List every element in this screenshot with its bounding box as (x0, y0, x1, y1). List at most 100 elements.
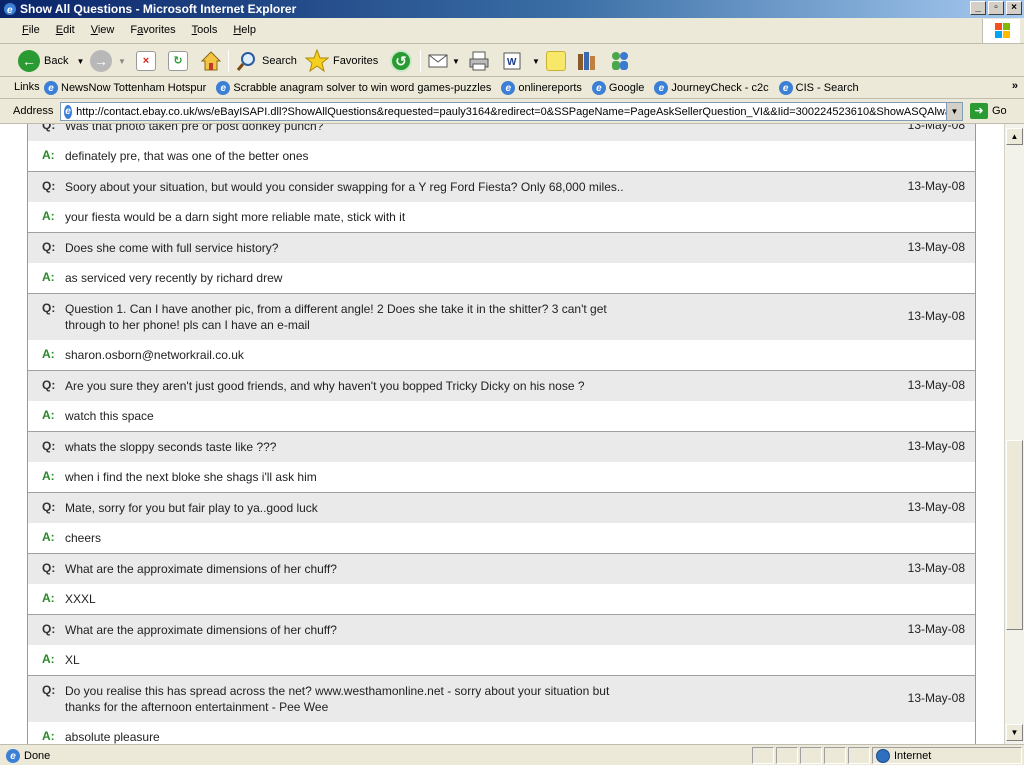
links-item[interactable]: e Scrabble anagram solver to win word gam… (216, 79, 491, 97)
minimize-button[interactable]: _ (970, 1, 986, 15)
answer-prefix: A: (42, 591, 55, 605)
printer-icon (469, 51, 489, 71)
edit-button[interactable]: W ▼ (502, 48, 540, 74)
back-dropdown-icon[interactable]: ▼ (76, 57, 84, 66)
answer-text: definately pre, that was one of the bett… (65, 149, 309, 163)
link-ie-icon: e (216, 81, 231, 95)
qa-item: Q: Does she come with full service histor… (28, 232, 975, 293)
question-prefix: Q: (42, 561, 56, 575)
question-row: Q: What are the approximate dimensions of… (28, 615, 975, 645)
qa-item: Q: Question 1. Can I have another pic, fr… (28, 293, 975, 370)
answer-prefix: A: (42, 408, 55, 422)
links-item-label: Google (608, 82, 645, 94)
answer-text: cheers (65, 531, 102, 545)
back-button[interactable]: ← Back ▼ (18, 48, 84, 74)
discuss-button[interactable] (546, 48, 566, 74)
search-button[interactable]: Search (236, 48, 297, 74)
menu-view[interactable]: View (83, 24, 123, 36)
stop-button[interactable]: × (136, 48, 156, 74)
vertical-scrollbar[interactable]: ▲ ▼ (1004, 124, 1024, 744)
mail-dropdown-icon[interactable]: ▼ (452, 57, 460, 66)
answer-text: sharon.osborn@networkrail.co.uk (65, 348, 244, 362)
question-prefix: Q: (42, 378, 56, 392)
links-item-label: onlinereports (518, 82, 582, 94)
messenger-button[interactable] (608, 48, 632, 74)
question-row: Q: Does she come with full service histor… (28, 233, 975, 263)
history-icon: ↺ (390, 50, 412, 72)
print-button[interactable] (468, 48, 490, 74)
answer-row: A: when i find the next bloke she shags i… (28, 462, 975, 492)
home-button[interactable] (200, 48, 222, 74)
restore-button[interactable]: ▫ (988, 1, 1004, 15)
question-text: Question 1. Can I have another pic, from… (65, 302, 607, 332)
question-prefix: Q: (42, 301, 56, 315)
answer-prefix: A: (42, 729, 55, 743)
svg-text:W: W (507, 57, 517, 68)
address-url[interactable]: http://contact.ebay.co.uk/ws/eBayISAPI.d… (76, 106, 962, 118)
answer-prefix: A: (42, 148, 55, 162)
answer-row: A: XL (28, 645, 975, 675)
qa-item: Q: Do you realise this has spread across … (28, 675, 975, 744)
svg-text:e: e (7, 5, 13, 16)
links-item[interactable]: e onlinereports (501, 79, 582, 97)
question-text: What are the approximate dimensions of h… (65, 562, 337, 576)
links-overflow-chevron-icon[interactable]: » (1012, 80, 1018, 92)
link-ie-icon: e (44, 81, 58, 95)
answer-row: A: definately pre, that was one of the be… (28, 141, 975, 171)
question-prefix: Q: (42, 500, 56, 514)
question-row: Q: Are you sure they aren't just good fri… (28, 371, 975, 401)
forward-dropdown-icon[interactable]: ▼ (118, 57, 126, 66)
research-button[interactable] (576, 48, 598, 74)
go-button[interactable]: ➜ Go (970, 103, 1007, 119)
forward-button[interactable]: → ▼ (90, 48, 126, 74)
ie-icon: e (4, 3, 16, 16)
links-item-label: NewsNow Tottenham Hotspur (61, 82, 207, 94)
home-icon (200, 51, 222, 71)
qa-item: Q: What are the approximate dimensions of… (28, 553, 975, 614)
scroll-thumb[interactable] (1006, 440, 1023, 630)
address-dropdown-icon[interactable]: ▼ (946, 103, 962, 120)
menu-help[interactable]: Help (225, 24, 264, 36)
links-item-label: CIS - Search (795, 82, 859, 94)
question-row: Q: Was that photo taken pre or post donke… (28, 124, 975, 141)
question-date: 13-May-08 (907, 240, 965, 254)
go-arrow-icon: ➜ (970, 103, 988, 119)
history-button[interactable]: ↺ (390, 48, 412, 74)
question-prefix: Q: (42, 179, 56, 193)
question-date: 13-May-08 (907, 439, 965, 453)
window-title: Show All Questions - Microsoft Internet … (20, 2, 297, 16)
links-item[interactable]: e CIS - Search (778, 79, 859, 97)
menu-tools[interactable]: Tools (184, 24, 226, 36)
favorites-label: Favorites (333, 55, 379, 67)
menu-edit[interactable]: Edit (48, 24, 83, 36)
favorites-button[interactable]: Favorites (305, 48, 378, 74)
link-ie-icon: e (591, 81, 606, 95)
link-ie-icon: e (501, 81, 516, 95)
question-prefix: Q: (42, 683, 56, 697)
answer-row: A: cheers (28, 523, 975, 553)
answer-prefix: A: (42, 469, 55, 483)
standard-toolbar: ← Back ▼ → ▼ × ↻ Search Favorites ↺ ▼ W … (0, 44, 1024, 77)
qa-item: Q: What are the approximate dimensions of… (28, 614, 975, 675)
answer-text: XL (65, 653, 80, 667)
menu-favorites[interactable]: Favorites (122, 24, 183, 36)
scroll-up-button[interactable]: ▲ (1006, 128, 1023, 145)
mail-icon (428, 54, 448, 68)
address-input[interactable]: e http://contact.ebay.co.uk/ws/eBayISAPI… (60, 102, 963, 121)
close-button[interactable]: × (1006, 1, 1022, 15)
question-prefix: Q: (42, 439, 56, 453)
answer-text: when i find the next bloke she shags i'l… (65, 470, 317, 484)
search-label: Search (262, 55, 297, 67)
refresh-button[interactable]: ↻ (168, 48, 188, 74)
links-item[interactable]: e JourneyCheck - c2c (654, 79, 769, 97)
mail-button[interactable]: ▼ (428, 48, 460, 74)
question-text: Do you realise this has spread across th… (65, 684, 610, 714)
links-item[interactable]: e Google (591, 79, 645, 97)
question-date: 13-May-08 (907, 561, 965, 575)
menu-file[interactable]: File (14, 24, 48, 36)
scroll-down-button[interactable]: ▼ (1006, 724, 1023, 741)
research-books-icon (578, 52, 595, 70)
links-item[interactable]: e NewsNow Tottenham Hotspur (44, 79, 206, 97)
edit-dropdown-icon[interactable]: ▼ (532, 57, 540, 66)
qa-item: Q: whats the sloppy seconds taste like ??… (28, 431, 975, 492)
